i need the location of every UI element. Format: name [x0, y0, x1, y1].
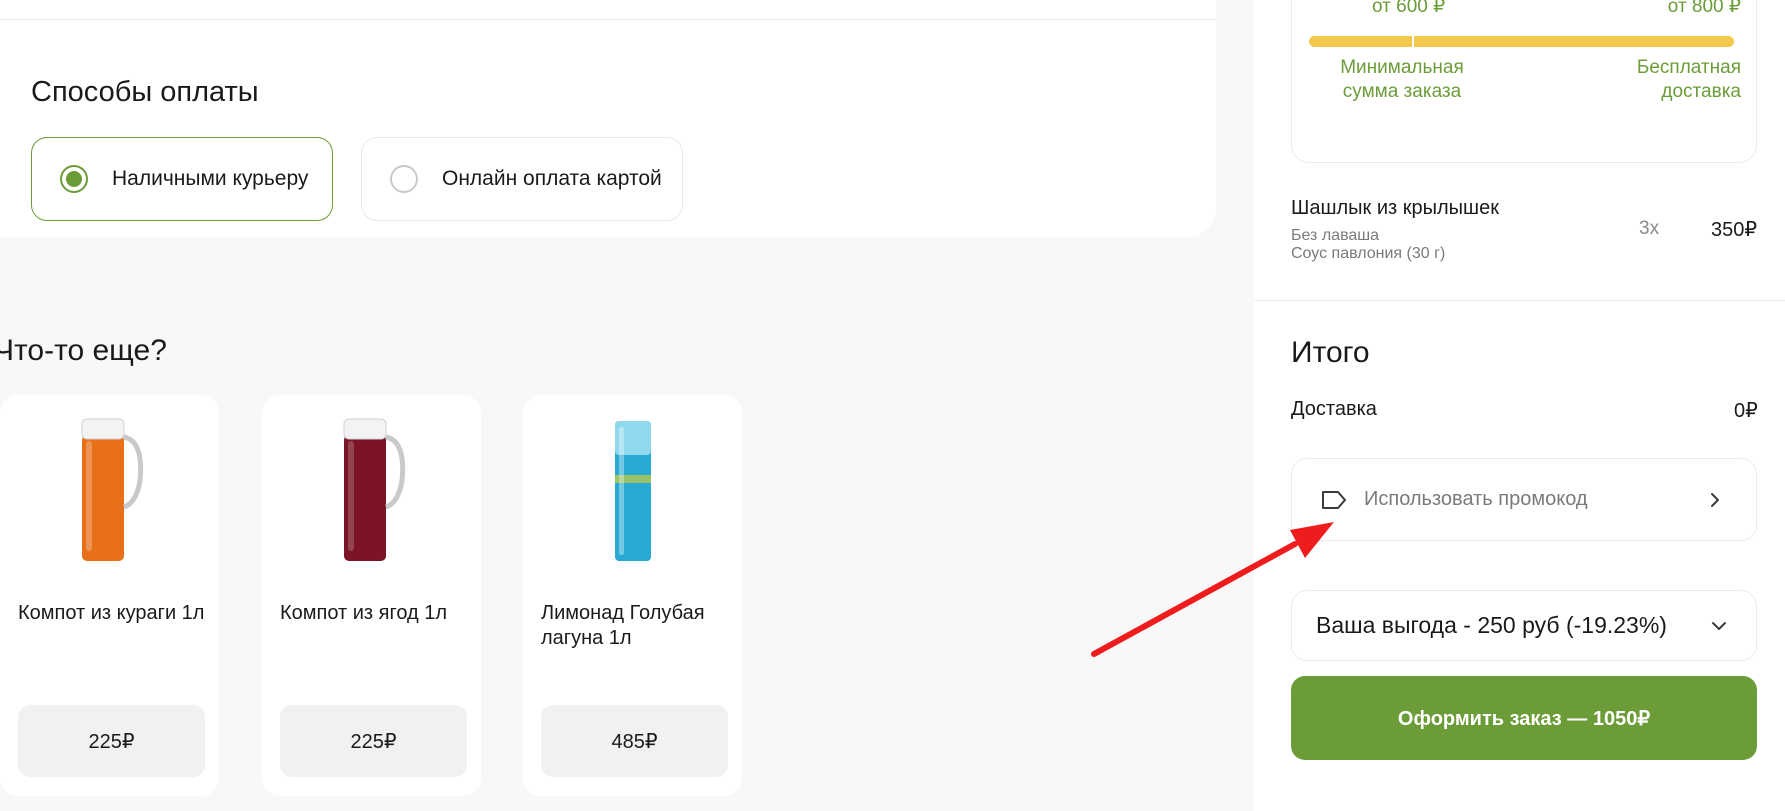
pitcher-icon	[81, 418, 143, 561]
product-price-button[interactable]: 225₽	[280, 705, 467, 777]
product-name: Компот из кураги 1л	[18, 602, 205, 624]
cart-item-name: Шашлык из крылышек	[1291, 197, 1499, 219]
product-image	[0, 411, 219, 571]
delivery-threshold-card: от 600 ₽ от 800 ₽ Минимальная сумма зака…	[1291, 0, 1757, 163]
product-card[interactable]: Компот из кураги 1л 225₽	[0, 395, 219, 796]
previous-section-edge	[0, 0, 1216, 20]
free-delivery-label: Бесплатная доставка	[1636, 57, 1741, 102]
product-card[interactable]: Компот из ягод 1л 225₽	[262, 395, 481, 796]
promo-code-label: Использовать промокод	[1364, 488, 1588, 510]
divider	[1254, 300, 1785, 301]
min-order-marker	[1412, 36, 1414, 47]
lemonade-glass-icon	[614, 421, 651, 561]
upsell-title: Что-то еще?	[0, 334, 167, 367]
product-price-button[interactable]: 225₽	[18, 705, 205, 777]
pitcher-icon	[343, 418, 405, 561]
free-delivery-amount: от 800 ₽	[1667, 0, 1741, 17]
payment-methods-card: Способы оплаты Наличными курьеру Онлайн …	[0, 20, 1216, 237]
product-card[interactable]: Лимонад Голубая лагуна 1л 485₽	[523, 395, 742, 796]
chevron-right-icon	[1711, 492, 1719, 507]
radio-unselected-icon[interactable]	[390, 165, 418, 193]
min-order-amount: от 600 ₽	[1372, 0, 1446, 17]
payment-option-cash[interactable]: Наличными курьеру	[31, 137, 333, 221]
cart-item-price: 350₽	[1711, 219, 1758, 241]
checkout-button[interactable]: Оформить заказ — 1050₽	[1291, 676, 1757, 760]
promo-code-button[interactable]: Использовать промокод	[1291, 458, 1757, 541]
savings-label: Ваша выгода - 250 руб (-19.23%)	[1316, 612, 1667, 638]
payment-option-card-online[interactable]: Онлайн оплата картой	[361, 137, 683, 221]
product-image	[262, 411, 481, 571]
total-title: Итого	[1291, 336, 1370, 369]
tag-icon	[1322, 490, 1346, 509]
radio-selected-icon[interactable]	[60, 165, 88, 193]
product-name: Компот из ягод 1л	[280, 602, 448, 624]
product-price-button[interactable]: 485₽	[541, 705, 728, 777]
cart-item-option: Без лаваша	[1291, 227, 1380, 244]
cart-item-option: Соус павлония (30 г)	[1291, 245, 1446, 262]
payment-option-label: Наличными курьеру	[112, 167, 309, 190]
product-name: Лимонад Голубая лагуна 1л	[541, 602, 705, 649]
payment-option-label: Онлайн оплата картой	[442, 167, 662, 190]
payment-methods-title: Способы оплаты	[31, 76, 259, 108]
cart-item-quantity: 3x	[1639, 218, 1660, 239]
delivery-label: Доставка	[1291, 398, 1377, 420]
min-order-label: Минимальная сумма заказа	[1340, 57, 1464, 102]
chevron-down-icon	[1712, 621, 1726, 630]
product-image	[523, 411, 742, 571]
delivery-progress-bar	[1309, 36, 1734, 47]
savings-dropdown[interactable]: Ваша выгода - 250 руб (-19.23%)	[1291, 590, 1757, 661]
delivery-cost: 0₽	[1734, 400, 1758, 422]
